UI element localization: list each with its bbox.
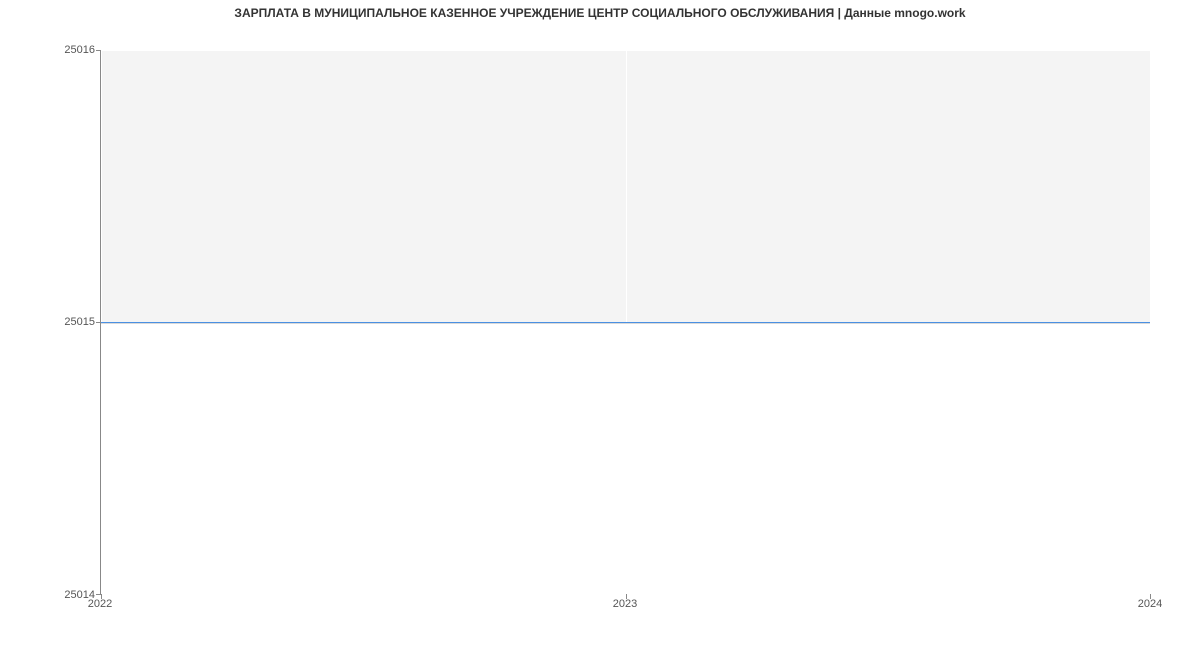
- grid-line-h: [101, 50, 1150, 51]
- y-tick-mark: [96, 50, 101, 51]
- grid-line-v: [1150, 50, 1151, 594]
- chart-container: ЗАРПЛАТА В МУНИЦИПАЛЬНОЕ КАЗЕННОЕ УЧРЕЖД…: [0, 0, 1200, 650]
- area-below-line: [101, 324, 1150, 594]
- y-tick-mark: [96, 322, 101, 323]
- x-axis-tick-label: 2023: [613, 598, 637, 610]
- plot-area: [100, 50, 1150, 595]
- y-axis-tick-label: 25015: [64, 316, 95, 328]
- data-series-shadow: [101, 323, 1150, 324]
- chart-title: ЗАРПЛАТА В МУНИЦИПАЛЬНОЕ КАЗЕННОЕ УЧРЕЖД…: [0, 6, 1200, 20]
- y-axis-tick-label: 25016: [64, 44, 95, 56]
- x-axis-tick-label: 2024: [1138, 598, 1162, 610]
- x-axis-tick-label: 2022: [88, 598, 112, 610]
